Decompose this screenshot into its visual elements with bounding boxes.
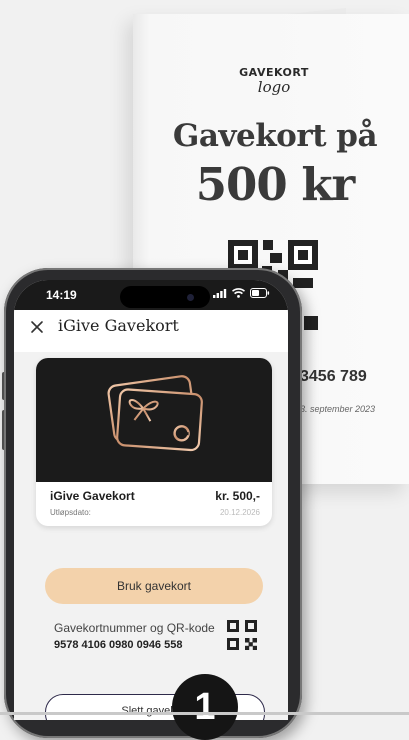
app-header: iGive Gavekort [14,310,288,352]
printed-amount: 500 kr [195,158,356,211]
printed-title: Gavekort på [172,118,378,154]
signal-icon [213,288,227,298]
close-icon[interactable] [28,318,46,336]
expiry-value: 20.12.2026 [219,508,260,517]
status-time: 14:19 [46,288,77,302]
code-label: Gavekortnummer og QR-kode [54,621,215,635]
use-gift-card-button[interactable]: Bruk gavekort [45,568,263,604]
gift-card-name: iGive Gavekort [50,489,135,503]
main-content: iGive Gavekort kr. 500,- Utløpsdato: 20.… [14,352,288,720]
wifi-icon [232,288,245,298]
gift-card-number: 9578 4106 0980 0946 558 [54,639,183,651]
status-icons [213,288,270,298]
gift-card-image [36,358,272,482]
printed-card-number: 3456 789 [300,368,367,385]
status-bar: 14:19 [14,280,288,310]
battery-icon [250,288,270,298]
gift-card-tile[interactable]: iGive Gavekort kr. 500,- Utløpsdato: 20.… [36,358,272,526]
printed-card-date: 3. september 2023 [300,404,376,414]
phone-screen: 14:19 iGive Gavekort iGive Gavekort kr. … [14,280,288,720]
gift-card-price: kr. 500,- [215,489,260,503]
qr-code-icon[interactable] [227,620,257,650]
printed-logo-line2: logo [257,78,291,96]
step-number-badge: 1 [172,674,238,740]
dynamic-island [120,286,210,308]
expiry-label: Utløpsdato: [50,508,91,517]
camera-icon [187,294,194,301]
gift-card-icon [107,375,203,452]
page-title: iGive Gavekort [58,316,179,335]
